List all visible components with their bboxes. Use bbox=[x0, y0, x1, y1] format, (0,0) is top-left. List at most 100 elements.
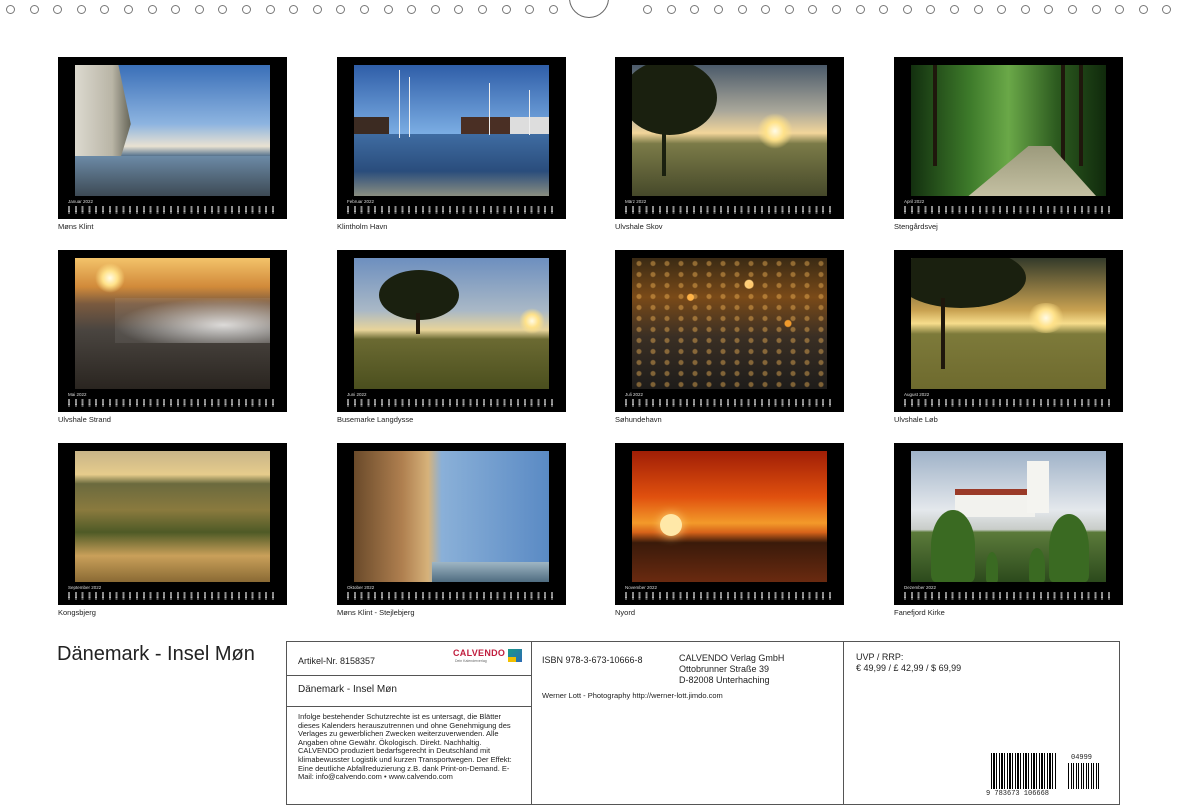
month-label: November 2022 bbox=[625, 585, 658, 590]
legal-text: Infolge bestehender Schutzrechte ist es … bbox=[298, 712, 512, 782]
month-label: März 2022 bbox=[625, 199, 647, 204]
binding-ring bbox=[171, 5, 181, 14]
month-label: Dezember 2022 bbox=[904, 585, 937, 590]
photo-caption: Busemarke Langdysse bbox=[337, 415, 414, 424]
binding-ring bbox=[1068, 5, 1077, 14]
publisher-city: D-82008 Unterhaching bbox=[679, 675, 770, 685]
month-tile-july: Juli 2022 bbox=[615, 250, 844, 412]
photo-caption: Stengårdsvej bbox=[894, 222, 938, 231]
binding-ring bbox=[690, 5, 700, 14]
binding-ring bbox=[100, 5, 110, 14]
binding-ring bbox=[855, 5, 865, 14]
binding-ring bbox=[879, 5, 889, 14]
month-tile-april: April 2022 bbox=[894, 57, 1123, 219]
photo-march bbox=[632, 65, 827, 196]
photo-april bbox=[911, 65, 1106, 196]
binding-ring bbox=[430, 5, 440, 14]
binding-ring bbox=[997, 5, 1007, 14]
binding-ring bbox=[336, 5, 346, 14]
photo-caption: Møns Klint - Stejlebjerg bbox=[337, 608, 415, 617]
month-label: Oktober 2022 bbox=[347, 585, 375, 590]
binding-ring bbox=[289, 5, 299, 14]
binding-ring bbox=[1091, 5, 1101, 14]
isbn-barcode bbox=[991, 753, 1057, 789]
article-number: Artikel-Nr. 8158357 bbox=[298, 656, 376, 666]
binding-ring bbox=[76, 5, 86, 14]
month-label: Juni 2022 bbox=[347, 392, 367, 397]
photo-caption: Søhundehavn bbox=[615, 415, 662, 424]
isbn: ISBN 978-3-673-10666-8 bbox=[542, 655, 643, 665]
barcode-number: 9 783673 106668 bbox=[986, 790, 1050, 798]
binding-ring bbox=[666, 5, 676, 14]
price-addon-barcode bbox=[1068, 763, 1101, 789]
binding-ring bbox=[194, 5, 204, 14]
month-label: Juli 2022 bbox=[625, 392, 644, 397]
month-tile-june: Juni 2022 bbox=[337, 250, 566, 412]
binding-ring bbox=[902, 5, 912, 14]
month-tile-february: Februar 2022 bbox=[337, 57, 566, 219]
binding-ring bbox=[360, 5, 369, 14]
month-tile-december: Dezember 2022 bbox=[894, 443, 1123, 605]
month-label: Mai 2022 bbox=[68, 392, 87, 397]
binding-ring bbox=[147, 5, 157, 14]
month-label: Februar 2022 bbox=[347, 199, 375, 204]
binding-ring bbox=[714, 5, 723, 14]
binding-ring bbox=[1020, 5, 1030, 14]
binding-ring bbox=[29, 5, 39, 14]
publisher-street: Ottobrunner Straße 39 bbox=[679, 664, 770, 674]
month-tile-may: Mai 2022 bbox=[58, 250, 287, 412]
calendar-title: Dänemark - Insel Møn bbox=[57, 643, 255, 665]
binding-ring bbox=[1044, 5, 1054, 14]
month-label: April 2022 bbox=[904, 199, 925, 204]
binding-ring bbox=[525, 5, 535, 14]
photo-november bbox=[632, 451, 827, 582]
month-tile-august: August 2022 bbox=[894, 250, 1123, 412]
month-label: September 2022 bbox=[68, 585, 102, 590]
photo-caption: Ulvshale Strand bbox=[58, 415, 111, 424]
month-tile-january: Januar 2022 bbox=[58, 57, 287, 219]
binding-ring bbox=[1115, 5, 1125, 14]
photo-caption: Ulvshale Skov bbox=[615, 222, 663, 231]
month-tile-october: Oktober 2022 bbox=[337, 443, 566, 605]
binding-ring bbox=[6, 5, 15, 14]
photo-caption: Fanefjord Kirke bbox=[894, 608, 945, 617]
binding-ring bbox=[265, 5, 275, 14]
photo-may bbox=[75, 258, 270, 389]
product-title: Dänemark - Insel Møn bbox=[298, 684, 397, 695]
month-label: Januar 2022 bbox=[68, 199, 94, 204]
binding-ring bbox=[312, 5, 322, 14]
month-tile-september: September 2022 bbox=[58, 443, 287, 605]
photo-february bbox=[354, 65, 549, 196]
month-tile-november: November 2022 bbox=[615, 443, 844, 605]
photo-july bbox=[632, 258, 827, 389]
binding-ring bbox=[950, 5, 959, 14]
binding-ring bbox=[124, 5, 133, 14]
binding-ring bbox=[383, 5, 393, 14]
binding-ring bbox=[737, 5, 747, 14]
barcode-addon: 04999 bbox=[1071, 754, 1093, 762]
binding-ring bbox=[53, 5, 63, 14]
binding-ring bbox=[242, 5, 251, 14]
calvendo-logo: CALVENDO Dein Kalenderverlag bbox=[453, 648, 525, 666]
photo-june bbox=[354, 258, 549, 389]
binding-ring bbox=[832, 5, 841, 14]
binding-ring bbox=[973, 5, 983, 14]
binding-ring bbox=[761, 5, 771, 14]
binding-ring bbox=[478, 5, 487, 14]
author-credit: Werner Lott - Photography http://werner-… bbox=[542, 691, 723, 700]
binding-ring bbox=[1138, 5, 1148, 14]
photo-december bbox=[911, 451, 1106, 582]
photo-caption: Kongsbjerg bbox=[58, 608, 96, 617]
month-tile-march: März 2022 bbox=[615, 57, 844, 219]
month-label: August 2022 bbox=[904, 392, 930, 397]
binding-ring bbox=[548, 5, 558, 14]
binding-ring bbox=[407, 5, 417, 14]
publisher-name: CALVENDO Verlag GmbH bbox=[679, 653, 785, 663]
photo-caption: Klintholm Havn bbox=[337, 222, 388, 231]
binding-ring bbox=[643, 5, 653, 14]
photo-caption: Møns Klint bbox=[58, 222, 94, 231]
photo-caption: Ulvshale Løb bbox=[894, 415, 938, 424]
binding-ring bbox=[808, 5, 818, 14]
binding-ring bbox=[218, 5, 228, 14]
photo-september bbox=[75, 451, 270, 582]
